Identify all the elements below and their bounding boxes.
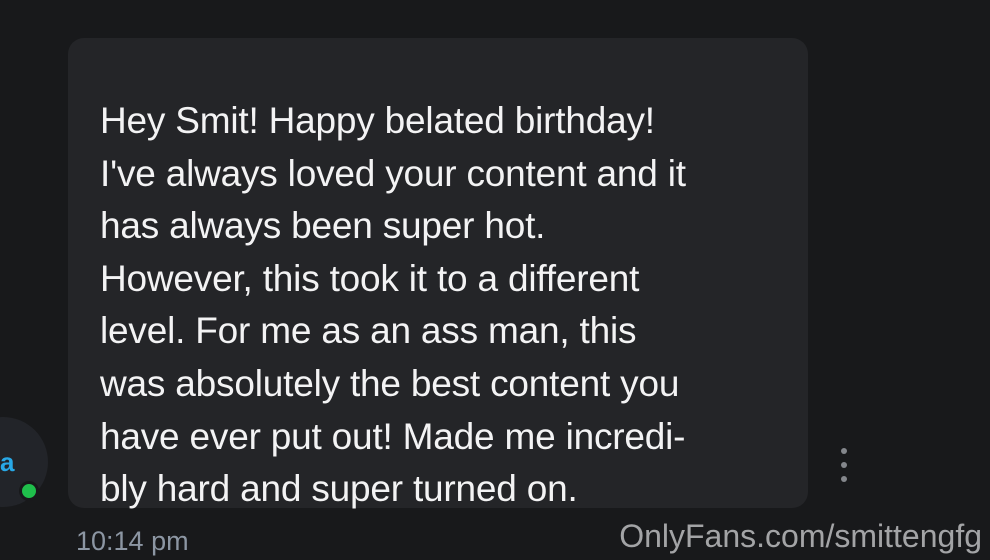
dot <box>841 448 847 454</box>
online-status-indicator <box>19 481 39 501</box>
vertical-dots-icon[interactable] <box>836 448 852 482</box>
dot <box>841 462 847 468</box>
avatar-initial: a <box>0 447 15 477</box>
message-text: Hey Smit! Happy belated birthday! I've a… <box>100 100 686 510</box>
message-timestamp: 10:14 pm <box>76 526 189 556</box>
watermark-text: OnlyFans.com/smittengfg <box>619 518 982 554</box>
message-bubble[interactable]: Hey Smit! Happy belated birthday! I've a… <box>68 38 808 509</box>
dot <box>841 476 847 482</box>
